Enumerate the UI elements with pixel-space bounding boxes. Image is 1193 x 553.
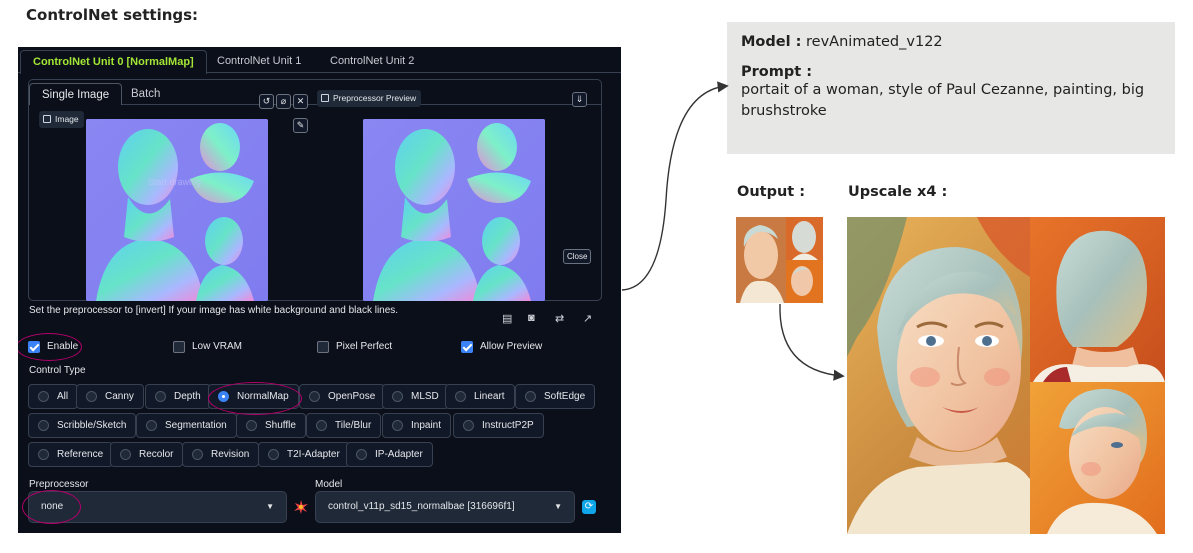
image-label: Image <box>39 111 84 128</box>
model-value: revAnimated_v122 <box>806 34 943 50</box>
radio-segmentation[interactable]: Segmentation <box>136 413 237 438</box>
upscale-label: Upscale x4 : <box>848 184 948 200</box>
tab-single-image[interactable]: Single Image <box>29 83 123 105</box>
radio-canny[interactable]: Canny <box>76 384 144 409</box>
preprocessor-preview-label: Preprocessor Preview <box>317 90 422 107</box>
image-input-area: Single Image Batch Image Start drawing ↺… <box>28 79 602 301</box>
radio-mlsd[interactable]: MLSD <box>382 384 449 409</box>
arrow-controlnet-to-info <box>621 81 729 291</box>
preprocessor-label: Preprocessor <box>29 479 89 490</box>
arrow-output-to-upscale <box>779 303 845 381</box>
low-vram-checkbox[interactable]: Low VRAM <box>173 340 242 354</box>
radio-all[interactable]: All <box>28 384 79 409</box>
input-normal-map-image[interactable]: Start drawing <box>86 119 268 301</box>
enable-highlight <box>18 333 82 361</box>
upscaled-output-image[interactable] <box>847 217 1165 534</box>
radio-lineart[interactable]: Lineart <box>445 384 515 409</box>
radio-softedge[interactable]: SoftEdge <box>515 384 596 409</box>
pixel-perfect-checkbox[interactable]: Pixel Perfect <box>317 340 392 354</box>
radio-reference[interactable]: Reference <box>28 442 114 467</box>
preprocessor-preview-image <box>363 119 545 301</box>
tab-controlnet-unit-0[interactable]: ControlNet Unit 0 [NormalMap] <box>20 50 207 74</box>
refresh-icon[interactable]: ⟳ <box>582 500 596 514</box>
controlnet-panel: ControlNet Unit 0 [NormalMap] ControlNet… <box>18 47 621 533</box>
tab-batch[interactable]: Batch <box>119 83 172 105</box>
arrow-up-right-icon[interactable]: ↗ <box>583 312 592 325</box>
chevron-down-icon: ▼ <box>554 502 562 511</box>
image-icon <box>43 115 51 123</box>
radio-openpose[interactable]: OpenPose <box>299 384 386 409</box>
generation-info-box: Model : revAnimated_v122 Prompt : portai… <box>727 22 1175 154</box>
close-icon[interactable]: ✕ <box>293 94 308 109</box>
close-preview-button[interactable]: Close <box>563 249 592 264</box>
chevron-down-icon: ▼ <box>266 502 274 511</box>
eraser-icon[interactable]: ⌀ <box>276 94 291 109</box>
radio-tile-blur[interactable]: Tile/Blur <box>306 413 382 438</box>
undo-icon[interactable]: ↺ <box>259 94 274 109</box>
output-label: Output : <box>737 184 806 200</box>
normalmap-highlight <box>208 382 302 415</box>
tab-controlnet-unit-2[interactable]: ControlNet Unit 2 <box>318 50 426 73</box>
swap-icon[interactable]: ⇄ <box>555 312 564 325</box>
run-preprocessor-icon[interactable] <box>294 500 308 514</box>
image-icon <box>321 94 329 102</box>
radio-scribble-sketch[interactable]: Scribble/Sketch <box>28 413 137 438</box>
radio-ip-adapter[interactable]: IP-Adapter <box>346 442 433 467</box>
prompt-key: Prompt : <box>741 64 813 80</box>
radio-depth[interactable]: Depth <box>145 384 211 409</box>
model-label: Model <box>315 479 343 490</box>
model-select[interactable]: control_v11p_sd15_normalbae [316696f1] ▼ <box>315 491 575 523</box>
preprocessor-hint: Set the preprocessor to [invert] If your… <box>29 305 399 316</box>
watermark-text: Start drawing <box>148 177 201 187</box>
radio-shuffle[interactable]: Shuffle <box>236 413 306 438</box>
radio-instructp2p[interactable]: InstructP2P <box>453 413 544 438</box>
document-icon[interactable]: ▤ <box>502 312 512 325</box>
radio-recolor[interactable]: Recolor <box>110 442 184 467</box>
camera-icon[interactable]: ◙ <box>528 312 535 324</box>
output-thumbnail[interactable] <box>736 217 823 303</box>
tab-controlnet-unit-1[interactable]: ControlNet Unit 1 <box>205 50 313 73</box>
radio-revision[interactable]: Revision <box>182 442 260 467</box>
allow-preview-checkbox[interactable]: Allow Preview <box>461 340 542 354</box>
preprocessor-highlight <box>22 490 81 524</box>
unit-tab-bar: ControlNet Unit 0 [NormalMap] ControlNet… <box>18 47 621 74</box>
control-type-label: Control Type <box>29 365 86 376</box>
model-key: Model : <box>741 34 802 50</box>
download-icon[interactable]: ⇓ <box>572 92 587 107</box>
page-heading: ControlNet settings: <box>26 6 199 24</box>
brush-icon[interactable]: ✎ <box>293 118 308 133</box>
radio-inpaint[interactable]: Inpaint <box>382 413 452 438</box>
prompt-value: portait of a woman, style of Paul Cezann… <box>741 82 1145 119</box>
radio-t2i-adapter[interactable]: T2I-Adapter <box>258 442 350 467</box>
